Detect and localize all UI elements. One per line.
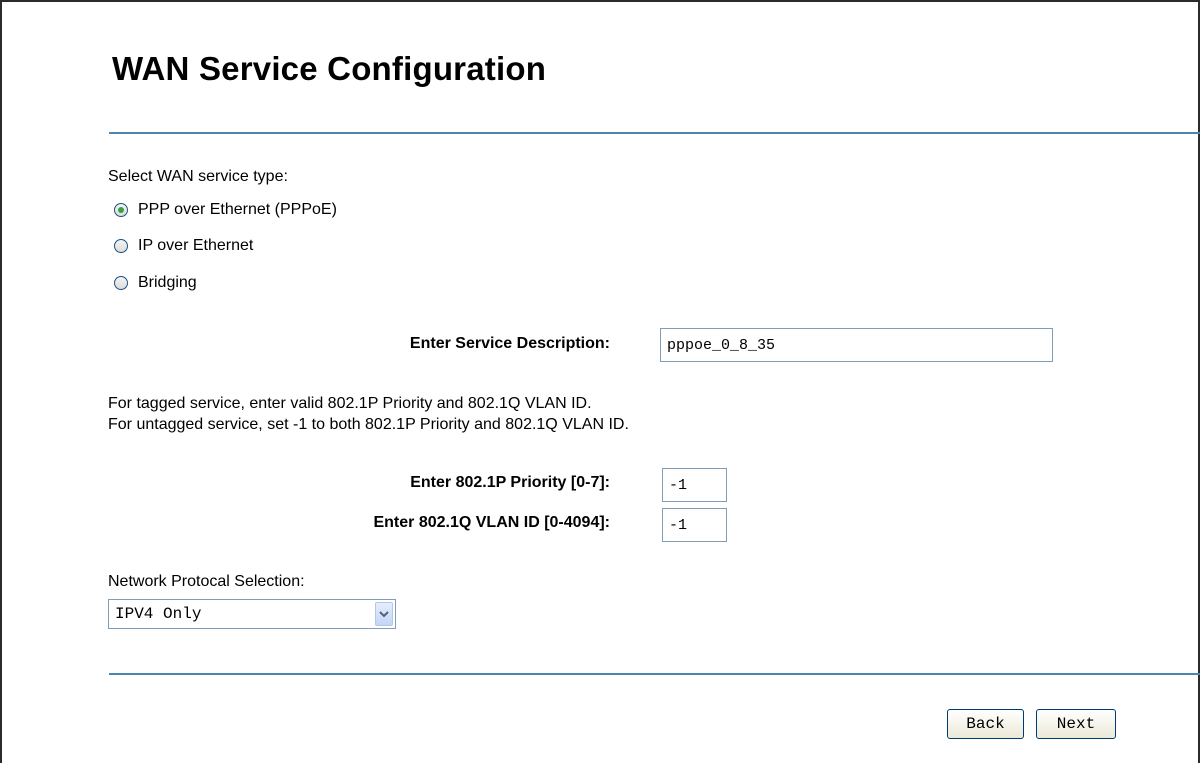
next-button[interactable]: Next (1036, 709, 1116, 739)
radio-option-pppoe[interactable]: PPP over Ethernet (PPPoE) (114, 200, 337, 220)
radio-option-bridging[interactable]: Bridging (114, 273, 197, 293)
radio-label-ipoe: IP over Ethernet (138, 237, 254, 254)
priority-label: Enter 802.1P Priority [0-7]: (410, 474, 610, 491)
radio-label-bridging: Bridging (138, 274, 197, 291)
chevron-down-icon[interactable] (375, 602, 393, 626)
vlan-id-label: Enter 802.1Q VLAN ID [0-4094]: (373, 514, 610, 531)
bottom-divider (109, 673, 1200, 675)
priority-input[interactable]: -1 (662, 468, 727, 502)
protocol-label: Network Protocal Selection: (108, 573, 305, 590)
tagged-service-note: For tagged service, enter valid 802.1P P… (108, 395, 592, 412)
radio-label-pppoe: PPP over Ethernet (PPPoE) (138, 201, 337, 218)
protocol-select-value: IPV4 Only (115, 605, 202, 623)
service-type-label: Select WAN service type: (108, 168, 288, 185)
back-button[interactable]: Back (947, 709, 1024, 739)
radio-option-ipoe[interactable]: IP over Ethernet (114, 236, 253, 256)
vlan-id-input[interactable]: -1 (662, 508, 727, 542)
radio-button-bridging[interactable] (114, 276, 128, 290)
radio-button-ipoe[interactable] (114, 239, 128, 253)
protocol-select[interactable]: IPV4 Only (108, 599, 396, 629)
service-description-input[interactable]: pppoe_0_8_35 (660, 328, 1053, 362)
page-frame: WAN Service Configuration Select WAN ser… (0, 0, 1200, 763)
untagged-service-note: For untagged service, set -1 to both 802… (108, 416, 629, 433)
top-divider (109, 132, 1200, 134)
radio-button-pppoe[interactable] (114, 203, 128, 217)
page-title: WAN Service Configuration (112, 50, 547, 87)
service-description-label: Enter Service Description: (409, 335, 610, 352)
